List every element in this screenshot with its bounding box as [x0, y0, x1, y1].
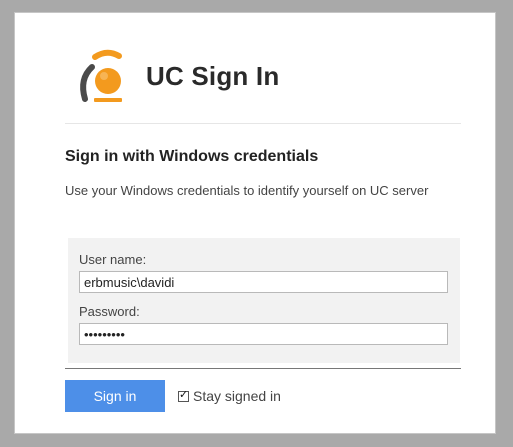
sign-in-card: UC Sign In Sign in with Windows credenti… [14, 12, 496, 434]
username-field[interactable] [79, 271, 448, 293]
username-label: User name: [79, 252, 147, 267]
password-label: Password: [79, 304, 140, 319]
credentials-form: User name: Password: [68, 238, 460, 363]
stay-signed-in-checkbox[interactable]: ✓ [178, 388, 189, 402]
stay-signed-in-label: Stay signed in [193, 388, 281, 404]
form-divider [65, 368, 461, 369]
stay-signed-in-option[interactable]: ✓ Stay signed in [178, 388, 281, 404]
check-icon: ✓ [179, 388, 189, 401]
sign-in-button[interactable]: Sign in [65, 380, 165, 412]
page-title: UC Sign In [146, 61, 280, 91]
section-title: Sign in with Windows credentials [65, 148, 319, 165]
header-divider [65, 123, 461, 124]
uc-logo-icon [73, 43, 145, 115]
password-field[interactable] [79, 323, 448, 345]
section-description: Use your Windows credentials to identify… [65, 183, 429, 198]
